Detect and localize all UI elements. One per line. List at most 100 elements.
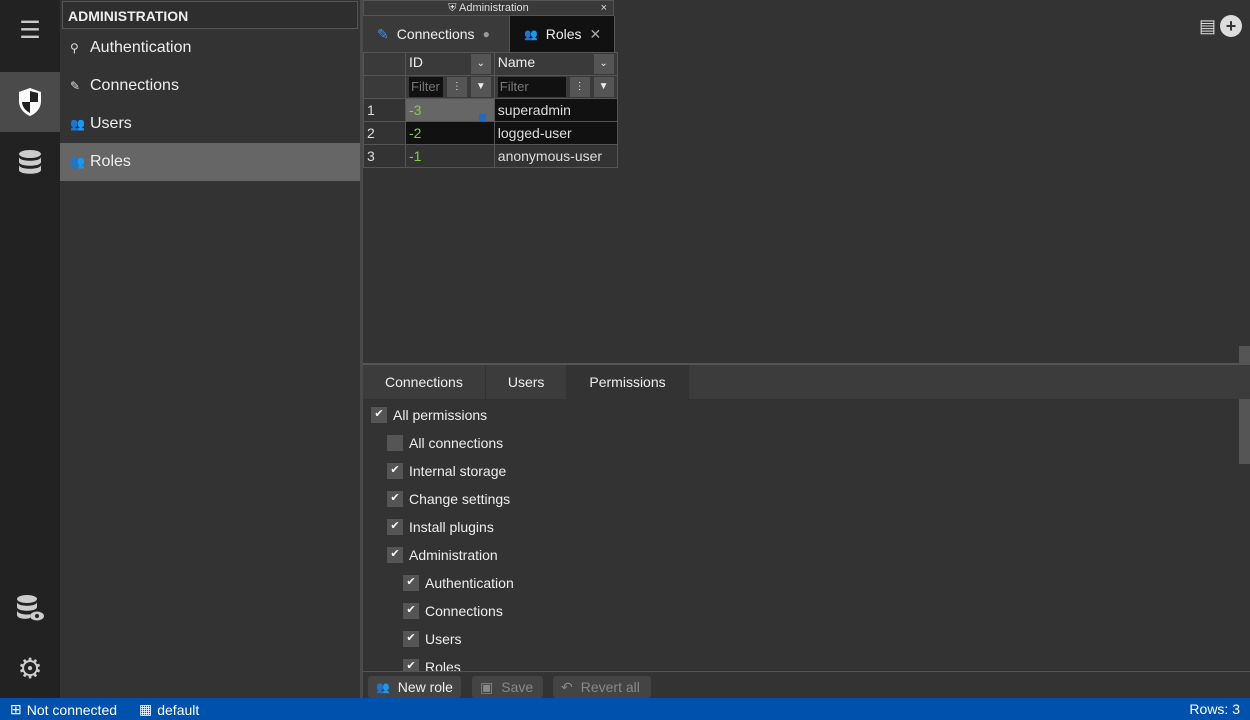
filter-cell: Filter ⋮ ▼ — [493, 75, 618, 99]
role-details-panel: Connections Users Permissions ✔ All permi… — [363, 363, 1250, 700]
tab-permissions[interactable]: Permissions — [567, 365, 689, 399]
column-header-name[interactable]: Name ⌄ — [493, 52, 618, 76]
sidebar-item-authentication[interactable]: ⚲ Authentication — [60, 29, 360, 67]
permission-label: Internal storage — [409, 463, 507, 479]
close-icon[interactable]: ✕ — [590, 26, 602, 43]
toolbar: 👥 New role ▣ Save ↶ Revert all — [363, 671, 1250, 700]
corner-cell — [363, 52, 406, 76]
filter-icon[interactable]: ▼ — [470, 77, 491, 97]
checkbox[interactable]: ✔ — [387, 519, 403, 535]
tab-group-title: Administration — [459, 2, 529, 14]
permission-label: Authentication — [425, 575, 514, 591]
roles-icon: 👥 — [524, 28, 538, 41]
revert-all-button[interactable]: ↶ Revert all — [553, 676, 651, 698]
checkbox[interactable] — [387, 435, 403, 451]
cell-id[interactable]: -1 — [405, 144, 495, 168]
table-row[interactable]: 2 -2 logged-user — [363, 121, 618, 145]
checkbox[interactable]: ✔ — [371, 407, 387, 423]
new-role-button[interactable]: 👥 New role — [368, 676, 461, 698]
cell-name[interactable]: superadmin — [493, 98, 618, 122]
column-label: ID — [409, 54, 423, 70]
shield-icon[interactable] — [0, 72, 60, 132]
checkbox[interactable]: ✔ — [387, 547, 403, 563]
permission-label: Connections — [425, 603, 503, 619]
database-view-icon[interactable] — [0, 578, 60, 638]
more-icon[interactable]: ⋮ — [446, 77, 467, 97]
sidebar-item-label: Connections — [90, 77, 179, 94]
tab-connections[interactable]: ✎ Connections ● — [363, 16, 510, 52]
status-bar: ⊞ Not connected ▦ default Rows: 3 — [0, 698, 1250, 720]
permission-item[interactable]: ✔ Administration — [387, 547, 498, 563]
button-label: Save — [501, 679, 534, 695]
editor-area: ⛨ Administration × ✎ Connections ● 👥 Roles ✕ … — [363, 0, 1250, 363]
column-header-id[interactable]: ID ⌄ — [405, 52, 495, 76]
roles-grid: ID ⌄ Name ⌄ Filter ⋮ ▼ Filter ⋮ ▼ 1 -3 super… — [363, 52, 618, 168]
permission-label: Users — [425, 631, 462, 647]
icon-bar: ☰ ⚙ — [0, 0, 60, 698]
permission-item[interactable]: All connections — [387, 435, 503, 451]
scrollbar[interactable] — [1239, 399, 1250, 464]
sidebar-header: ADMINISTRATION — [62, 1, 358, 29]
panel-layout-icon[interactable]: ▤ — [1199, 16, 1216, 37]
sidebar-item-connections[interactable]: ✎ Connections — [60, 67, 360, 105]
plug-icon: ✎ — [70, 79, 81, 93]
database-icon[interactable] — [0, 132, 60, 192]
permission-item[interactable]: ✔ Install plugins — [387, 519, 494, 535]
checkbox[interactable]: ✔ — [387, 491, 403, 507]
permission-item[interactable]: ✔ Connections — [403, 603, 503, 619]
row-number: 1 — [363, 98, 406, 122]
row-number: 2 — [363, 121, 406, 145]
save-icon: ▣ — [480, 678, 494, 695]
menu-icon[interactable]: ☰ — [0, 0, 60, 60]
checkbox[interactable]: ✔ — [403, 575, 419, 591]
schema-label: default — [157, 701, 200, 718]
schema-status[interactable]: ▦ default — [139, 701, 199, 718]
permission-item[interactable]: ✔ Change settings — [387, 491, 510, 507]
roles-icon: 👥 — [376, 681, 390, 694]
checkbox[interactable]: ✔ — [403, 603, 419, 619]
table-row[interactable]: 1 -3 superadmin — [363, 98, 618, 122]
tab-users[interactable]: Users — [486, 365, 568, 399]
tab-label: Roles — [545, 26, 582, 42]
permission-item[interactable]: ✔ All permissions — [371, 407, 487, 423]
sidebar-item-label: Roles — [90, 153, 131, 170]
tab-roles[interactable]: 👥 Roles ✕ — [510, 16, 615, 52]
filter-cell: Filter ⋮ ▼ — [405, 75, 495, 99]
tab-label: Connections — [396, 26, 475, 42]
id-filter-input[interactable]: Filter — [409, 77, 443, 97]
network-icon: ⊞ — [10, 701, 22, 717]
chevron-down-icon[interactable]: ⌄ — [593, 54, 614, 74]
cell-name[interactable]: anonymous-user — [493, 144, 618, 168]
button-label: Revert all — [580, 679, 640, 695]
button-label: New role — [397, 679, 453, 695]
gear-icon[interactable]: ⚙ — [0, 638, 60, 698]
cell-id[interactable]: -2 — [405, 121, 495, 145]
checkbox[interactable]: ✔ — [387, 463, 403, 479]
table-row[interactable]: 3 -1 anonymous-user — [363, 144, 618, 168]
plug-icon: ✎ — [377, 25, 389, 42]
name-filter-input[interactable]: Filter — [497, 77, 566, 97]
close-icon[interactable]: × — [601, 1, 607, 15]
permission-label: Administration — [409, 547, 498, 563]
more-icon[interactable]: ⋮ — [569, 77, 590, 97]
sidebar-item-roles[interactable]: 👥 Roles — [60, 143, 360, 181]
add-icon[interactable]: + — [1220, 15, 1242, 37]
permission-item[interactable]: ✔ Authentication — [403, 575, 514, 591]
sidebar-item-users[interactable]: 👥 Users — [60, 105, 360, 143]
cell-name[interactable]: logged-user — [493, 121, 618, 145]
permission-item[interactable]: ✔ Users — [403, 631, 462, 647]
undo-icon: ↶ — [561, 678, 573, 695]
selection-handle[interactable] — [479, 114, 486, 121]
permission-item[interactable]: ✔ Internal storage — [387, 463, 506, 479]
row-number: 3 — [363, 144, 406, 168]
filter-icon[interactable]: ▼ — [593, 77, 614, 97]
sidebar: ADMINISTRATION ⚲ Authentication ✎ Connecti… — [60, 0, 360, 698]
archive-icon: ▦ — [139, 701, 153, 717]
scrollbar[interactable] — [1239, 346, 1250, 363]
tab-connections[interactable]: Connections — [363, 365, 486, 399]
checkbox[interactable]: ✔ — [403, 631, 419, 647]
save-button[interactable]: ▣ Save — [472, 676, 543, 698]
connection-status[interactable]: ⊞ Not connected — [10, 701, 117, 718]
chevron-down-icon[interactable]: ⌄ — [470, 54, 491, 74]
users-icon: 👥 — [70, 117, 85, 131]
